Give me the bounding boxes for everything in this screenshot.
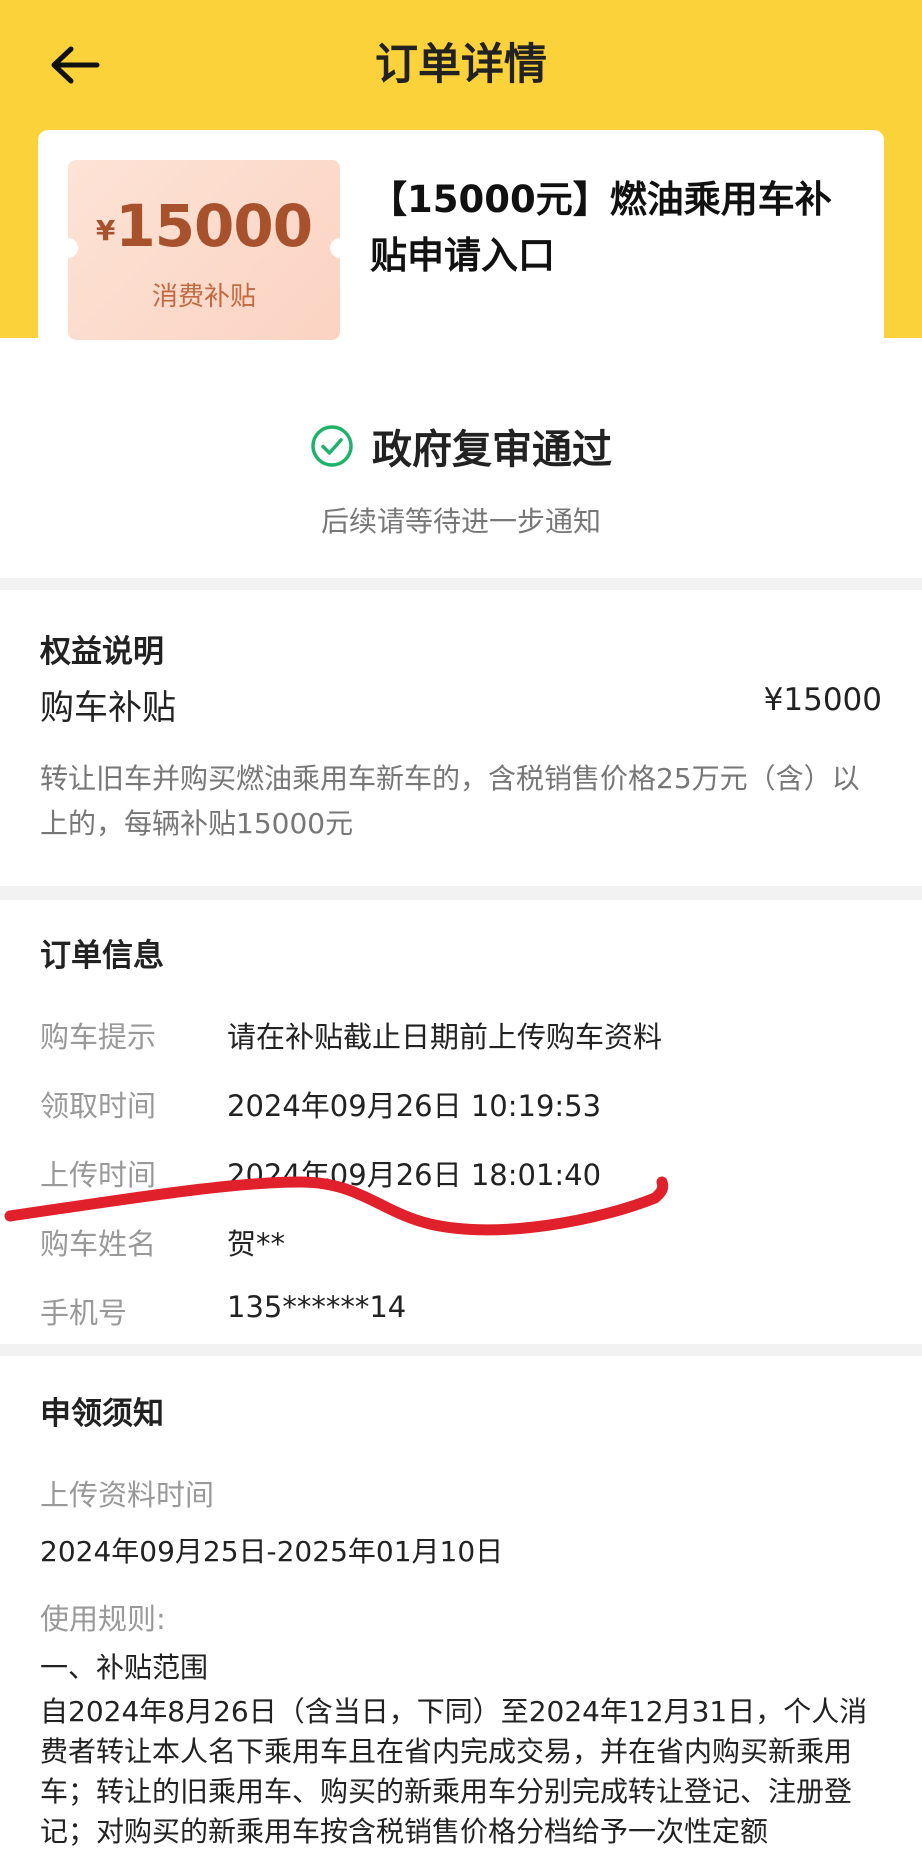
coupon-label: 消费补贴 [151, 282, 256, 312]
status-row: 政府复审通过 [0, 416, 922, 476]
benefit-price: ¥15000 [763, 682, 882, 718]
info-label: 领取时间 [40, 1089, 157, 1123]
info-row-buyer-name: 购车姓名 贺** [40, 1221, 890, 1271]
benefit-name: 购车补贴 [40, 688, 176, 728]
status-text: 政府复审通过 [372, 427, 612, 473]
info-row-phone: 手机号 135******14 [40, 1290, 890, 1340]
info-label: 购车提示 [40, 1020, 157, 1054]
info-value: 请在补贴截止日期前上传购车资料 [227, 1020, 663, 1054]
benefit-section-title: 权益说明 [40, 634, 164, 670]
notice-section: 申领须知 上传资料时间 2024年09月25日-2025年01月10日 使用规则… [0, 1356, 922, 1861]
order-info-section: 订单信息 购车提示 请在补贴截止日期前上传购车资料 领取时间 2024年09月2… [0, 900, 922, 1344]
notice-section-title: 申领须知 [40, 1396, 164, 1432]
coupon-amount-row: ¥15000 [68, 192, 340, 260]
order-detail-page: 订单详情 ¥15000 消费补贴 【15000元】燃油乘用车补贴申请入口 政府复… [0, 0, 922, 1861]
rules-heading: 一、补贴范围 [40, 1651, 209, 1684]
status-subtext: 后续请等待进一步通知 [320, 505, 601, 538]
rules-text: 自2024年8月26日（含当日，下同）至2024年12月31日，个人消费者转让本… [40, 1695, 868, 1848]
rules-label: 使用规则: [40, 1602, 166, 1636]
page-title: 订单详情 [375, 40, 547, 90]
upload-time-value: 2024年09月25日-2025年01月10日 [40, 1535, 504, 1568]
info-value: 贺** [227, 1227, 286, 1261]
info-row-purchase-tip: 购车提示 请在补贴截止日期前上传购车资料 [40, 1014, 890, 1064]
info-label: 购车姓名 [40, 1227, 157, 1261]
coupon-title: 【15000元】燃油乘用车补贴申请入口 [370, 178, 832, 277]
info-row-upload-time: 上传时间 2024年09月26日 18:01:40 [40, 1152, 890, 1202]
info-value: 135******14 [227, 1290, 407, 1324]
info-value: 2024年09月26日 18:01:40 [227, 1158, 602, 1192]
info-value: 2024年09月26日 10:19:53 [227, 1089, 602, 1123]
coupon-amount: 15000 [115, 192, 313, 260]
info-label: 手机号 [40, 1296, 128, 1330]
upload-time-label: 上传资料时间 [40, 1478, 215, 1512]
info-row-claim-time: 领取时间 2024年09月26日 10:19:53 [40, 1083, 890, 1133]
check-circle-icon [311, 425, 353, 467]
coupon-card[interactable]: ¥15000 消费补贴 【15000元】燃油乘用车补贴申请入口 [38, 130, 884, 370]
coupon-currency: ¥ [95, 214, 116, 247]
info-label: 上传时间 [40, 1158, 157, 1192]
coupon-ticket: ¥15000 消费补贴 [68, 160, 340, 340]
order-info-section-title: 订单信息 [40, 938, 164, 974]
benefit-description: 转让旧车并购买燃油乘用车新车的，含税销售价格25万元（含）以上的，每辆补贴150… [40, 762, 860, 840]
benefit-section: 权益说明 购车补贴 ¥15000 转让旧车并购买燃油乘用车新车的，含税销售价格2… [0, 590, 922, 886]
